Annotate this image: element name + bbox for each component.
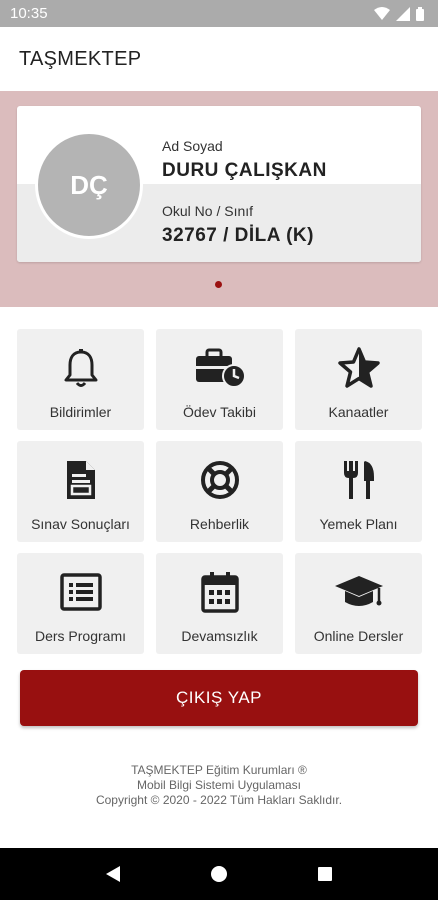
menu-item-devamsizlik[interactable]: Devamsızlık	[156, 553, 283, 654]
document-icon	[66, 461, 95, 499]
wifi-icon	[374, 7, 390, 20]
name-value: DURU ÇALIŞKAN	[162, 160, 327, 181]
avatar-initials: DÇ	[70, 169, 108, 200]
system-nav-bar	[0, 848, 438, 900]
menu-item-odev-takibi[interactable]: Ödev Takibi	[156, 329, 283, 430]
menu-item-label: Sınav Sonuçları	[31, 516, 130, 532]
school-label: Okul No / Sınıf	[162, 203, 254, 219]
star-icon	[337, 347, 380, 388]
menu-item-bildirimler[interactable]: Bildirimler	[17, 329, 144, 430]
menu-item-label: Ödev Takibi	[183, 404, 256, 420]
back-icon[interactable]	[105, 865, 121, 883]
footer: TAŞMEKTEP Eğitim Kurumları ® Mobil Bilgi…	[0, 763, 438, 808]
battery-icon	[416, 6, 424, 21]
menu-item-label: Ders Programı	[34, 628, 127, 644]
app-title: TAŞMEKTEP	[19, 47, 142, 70]
briefcase-clock-icon	[195, 348, 246, 388]
cutlery-icon	[343, 461, 374, 499]
menu-item-rehberlik[interactable]: Rehberlik	[156, 441, 283, 542]
recents-icon[interactable]	[317, 866, 333, 882]
signal-icon	[396, 6, 410, 21]
status-time: 10:35	[10, 5, 48, 22]
graduation-cap-icon	[334, 576, 383, 606]
menu-item-label: Devamsızlık	[181, 628, 258, 644]
avatar: DÇ	[35, 131, 143, 239]
school-value: 32767 / DİLA (K)	[162, 225, 314, 246]
menu-item-label: Online Dersler	[313, 628, 404, 644]
bell-icon	[64, 349, 97, 387]
app-bar: TAŞMEKTEP	[0, 27, 438, 91]
footer-line-3: Copyright © 2020 - 2022 Tüm Hakları Sakl…	[95, 793, 343, 807]
footer-line-1: TAŞMEKTEP Eğitim Kurumları ®	[131, 763, 307, 777]
calendar-icon	[200, 572, 239, 613]
menu-grid: Bildirimler Ödev Takibi Kanaatler Sınav …	[17, 329, 422, 654]
menu-item-label: Yemek Planı	[319, 516, 398, 532]
menu-item-label: Bildirimler	[49, 404, 112, 420]
status-bar: 10:35	[0, 0, 438, 27]
menu-item-kanaatler[interactable]: Kanaatler	[295, 329, 422, 430]
profile-section: DÇ Ad Soyad DURU ÇALIŞKAN Okul No / Sını…	[0, 91, 438, 307]
profile-card[interactable]: DÇ Ad Soyad DURU ÇALIŞKAN Okul No / Sını…	[17, 106, 421, 262]
menu-item-label: Kanaatler	[328, 404, 389, 420]
menu-item-ders-programi[interactable]: Ders Programı	[17, 553, 144, 654]
logout-button[interactable]: ÇIKIŞ YAP	[20, 670, 418, 726]
footer-line-2: Mobil Bilgi Sistemi Uygulaması	[136, 778, 302, 792]
menu-item-yemek-plani[interactable]: Yemek Planı	[295, 441, 422, 542]
list-icon	[59, 573, 102, 611]
menu-item-online-dersler[interactable]: Online Dersler	[295, 553, 422, 654]
home-icon[interactable]	[210, 865, 228, 883]
status-icons	[374, 6, 424, 21]
name-label: Ad Soyad	[162, 138, 223, 154]
menu-item-label: Rehberlik	[189, 516, 250, 532]
lifebuoy-icon	[200, 461, 239, 499]
page-indicator-dot[interactable]	[215, 281, 222, 288]
menu-item-sinav-sonuclari[interactable]: Sınav Sonuçları	[17, 441, 144, 542]
